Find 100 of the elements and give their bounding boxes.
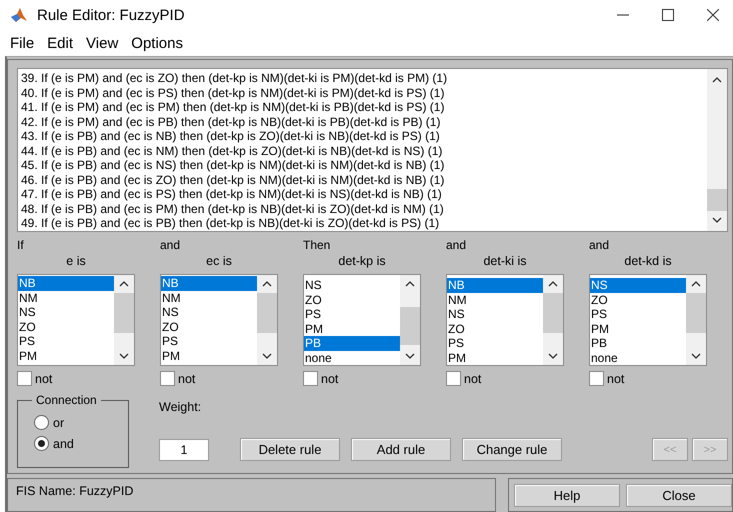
scrollbar[interactable] <box>400 275 420 365</box>
term-item[interactable]: NB <box>161 276 257 290</box>
action-button[interactable]: Delete rule <box>240 438 340 461</box>
term-item[interactable]: ZO <box>447 322 543 336</box>
rule-item[interactable]: 41. If (e is PM) and (ec is PM) then (det-kp is NM)(det-ki is PB)(det-kd is PS) (1) <box>21 100 707 114</box>
rule-item[interactable]: 46. If (e is PB) and (ec is ZO) then (det-kp is NM)(det-ki is NM)(det-kd is NB) (1) <box>21 172 707 187</box>
not-checkbox[interactable] <box>589 371 604 386</box>
variable-label: det-kd is <box>623 254 673 270</box>
scrollbar[interactable] <box>257 275 277 365</box>
column-header: Then <box>303 238 332 254</box>
term-item[interactable]: PM <box>590 322 686 336</box>
menu-item[interactable]: View <box>86 34 118 52</box>
scroll-down-icon[interactable] <box>262 353 272 359</box>
rule-list[interactable] <box>17 68 728 232</box>
column-header: and <box>589 238 610 254</box>
radio-label: or <box>53 416 64 430</box>
scroll-down-icon[interactable] <box>405 353 415 359</box>
rule-item[interactable]: 47. If (e is PB) and (ec is PS) then (det-kp is NM)(det-ki is NS)(det-kd is NB) (1) <box>21 187 707 202</box>
column-header: If <box>17 238 25 254</box>
rule-item[interactable]: 42. If (e is PM) and (ec is PB) then (det-kp is NB)(det-ki is PB)(det-kd is PB) (1) <box>21 114 707 129</box>
term-list[interactable]: NB NM NS ZO PS PM <box>160 274 278 366</box>
term-list[interactable]: NS ZO PS PM PB none <box>303 274 421 366</box>
term-item[interactable]: PM <box>18 348 114 363</box>
footer-button[interactable]: Close <box>626 484 732 506</box>
scrollbar[interactable] <box>686 275 706 365</box>
term-item[interactable]: ZO <box>590 292 686 307</box>
not-checkbox[interactable] <box>160 371 175 386</box>
window-title: Rule Editor: FuzzyPID <box>37 6 185 24</box>
scroll-down-icon[interactable] <box>691 353 701 359</box>
term-item[interactable]: PM <box>304 322 400 336</box>
weight-label: Weight: <box>159 400 202 414</box>
term-item[interactable]: PS <box>18 334 114 348</box>
radio-button[interactable] <box>34 436 49 451</box>
rule-item[interactable]: 39. If (e is PM) and (ec is ZO) then (det-kp is NM)(det-ki is PM)(det-kd is PM) (1) <box>21 71 707 86</box>
scroll-up-icon[interactable] <box>262 281 272 287</box>
term-item[interactable]: PB <box>590 336 686 350</box>
term-item[interactable]: NM <box>161 290 257 305</box>
scrollbar-thumb[interactable] <box>686 293 706 333</box>
status-text: FIS Name: FuzzyPID <box>16 484 134 498</box>
term-list[interactable]: NB NM NS ZO PS PM <box>17 274 135 366</box>
rule-item[interactable]: 44. If (e is PB) and (ec is NM) then (det-kp is ZO)(det-ki is NB)(det-kd is NS) (1) <box>21 144 707 158</box>
menu-item[interactable]: Edit <box>47 34 74 52</box>
term-item[interactable]: ZO <box>161 320 257 334</box>
term-item[interactable]: PS <box>447 336 543 350</box>
term-list[interactable]: NB NM NS ZO PS PM <box>446 274 564 366</box>
term-item[interactable]: NS <box>18 305 114 320</box>
column-header: and <box>446 238 468 254</box>
scroll-up-icon[interactable] <box>119 281 129 287</box>
variable-label: det-ki is <box>482 254 528 270</box>
scroll-up-icon[interactable] <box>691 281 701 287</box>
not-checkbox[interactable] <box>303 371 318 386</box>
term-item[interactable]: NS <box>447 307 543 322</box>
term-item[interactable]: PS <box>304 307 400 322</box>
scrollbar[interactable] <box>543 275 563 365</box>
menu-item[interactable]: Options <box>131 34 183 52</box>
term-item[interactable]: NS <box>590 278 686 292</box>
scrollbar-thumb[interactable] <box>257 293 277 333</box>
term-item[interactable]: NB <box>18 276 114 290</box>
term-item[interactable]: ZO <box>304 292 400 307</box>
term-item[interactable]: NS <box>304 278 400 292</box>
term-item[interactable]: PS <box>161 334 257 348</box>
action-button[interactable]: Change rule <box>462 438 562 461</box>
term-item[interactable]: PM <box>161 348 257 363</box>
scroll-up-icon[interactable] <box>712 77 722 83</box>
scroll-down-icon[interactable] <box>712 217 722 223</box>
scroll-up-icon[interactable] <box>405 281 415 287</box>
scrollbar-thumb[interactable] <box>707 189 727 211</box>
term-item[interactable]: ZO <box>18 320 114 334</box>
term-item[interactable]: PM <box>447 350 543 365</box>
footer-button[interactable]: Help <box>514 484 620 506</box>
menu-item[interactable]: File <box>10 34 34 52</box>
term-item[interactable]: PB <box>304 336 400 350</box>
rule-item[interactable]: 45. If (e is PB) and (ec is NS) then (det-kp is NM)(det-ki is NM)(det-kd is NB) (1) <box>21 158 707 172</box>
not-checkbox[interactable] <box>17 371 32 386</box>
scrollbar[interactable] <box>114 275 134 365</box>
term-item[interactable]: none <box>304 350 400 365</box>
scroll-down-icon[interactable] <box>119 353 129 359</box>
scroll-up-icon[interactable] <box>548 281 558 287</box>
scrollbar-thumb[interactable] <box>114 293 134 333</box>
scrollbar[interactable] <box>707 69 727 231</box>
close-icon[interactable] <box>707 9 719 21</box>
term-item[interactable]: NS <box>161 305 257 320</box>
term-list[interactable]: NS ZO PS PM PB none <box>589 274 707 366</box>
term-item[interactable]: none <box>590 350 686 365</box>
maximize-icon[interactable] <box>662 9 674 21</box>
rule-item[interactable]: 48. If (e is PB) and (ec is PM) then (det-kp is NB)(det-ki is ZO)(det-kd is NM) (1) <box>21 202 707 216</box>
weight-field[interactable]: 1 <box>159 438 209 460</box>
term-item[interactable]: PS <box>590 307 686 322</box>
term-item[interactable]: NB <box>447 278 543 292</box>
term-item[interactable]: NM <box>18 290 114 305</box>
rule-item[interactable]: 49. If (e is PB) and (ec is PB) then (det-kp is NB)(det-ki is ZO)(det-kd is PS) (1) <box>21 216 707 230</box>
not-checkbox[interactable] <box>446 371 461 386</box>
scrollbar-thumb[interactable] <box>543 293 563 333</box>
rule-item[interactable]: 40. If (e is PM) and (ec is PS) then (det-kp is NM)(det-ki is PM)(det-kd is PS) (1) <box>21 86 707 100</box>
scrollbar-thumb[interactable] <box>400 307 420 345</box>
radio-button[interactable] <box>34 415 49 430</box>
scroll-down-icon[interactable] <box>548 353 558 359</box>
action-button[interactable]: Add rule <box>351 438 451 461</box>
term-item[interactable]: NM <box>447 292 543 307</box>
rule-item[interactable]: 43. If (e is PB) and (ec is NB) then (det-kp is ZO)(det-ki is NB)(det-kd is PS) (1) <box>21 129 707 144</box>
